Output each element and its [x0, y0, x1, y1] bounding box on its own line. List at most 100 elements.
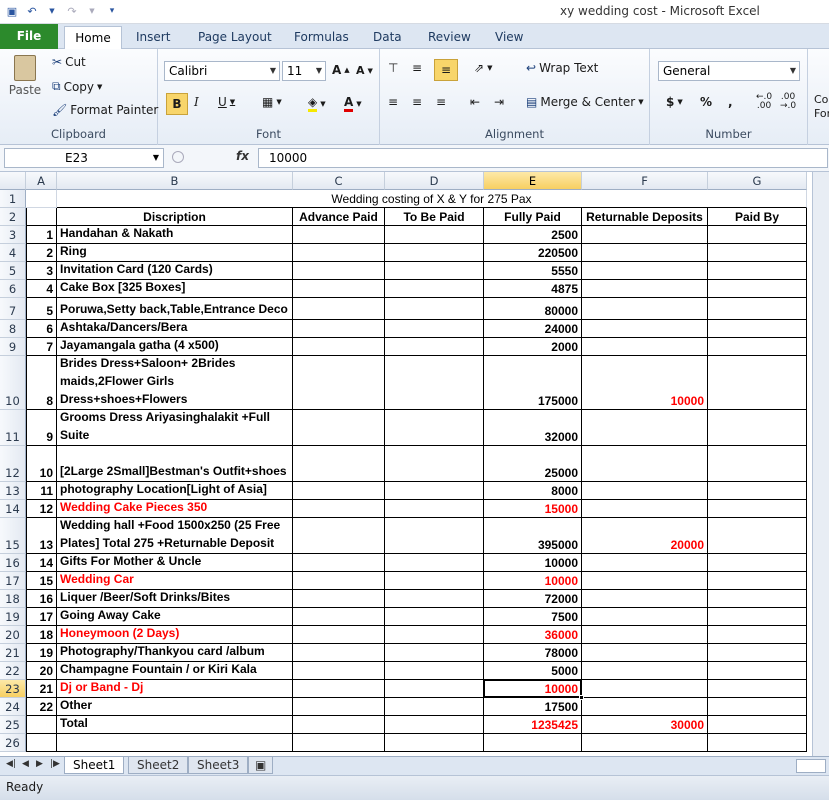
cell-advance-paid[interactable] [293, 644, 385, 662]
cell-fully-paid[interactable]: 1235425 [484, 716, 582, 734]
cell-index[interactable]: 10 [26, 446, 57, 482]
cell-description[interactable]: Jwellry (1 necless,2 Rings)+ 1 small Rin… [57, 244, 293, 262]
cut-button[interactable]: ✂ Cut [52, 55, 86, 69]
column-header-c[interactable]: C [293, 172, 385, 190]
next-sheet-icon[interactable]: ▶ [36, 759, 43, 769]
cell-returnable-deposit[interactable] [582, 280, 708, 298]
row-header[interactable]: 19 [0, 608, 26, 626]
align-top-icon[interactable]: ⊤ [388, 61, 398, 75]
cell-index[interactable]: 11 [26, 482, 57, 500]
redo-icon[interactable]: ↷ [64, 3, 80, 19]
cell-to-be-paid[interactable] [385, 338, 484, 356]
cell-fully-paid[interactable]: 24000 [484, 320, 582, 338]
decrease-indent-icon[interactable]: ⇤ [470, 95, 480, 109]
header-cell-b[interactable]: Discription [57, 208, 293, 226]
cell-index[interactable]: 3 [26, 262, 57, 280]
cell-paid-by[interactable] [708, 338, 807, 356]
cell-index[interactable]: 7 [26, 338, 57, 356]
cell-fully-paid[interactable]: 8000 [484, 482, 582, 500]
cell-description[interactable]: Going Away Cake [57, 608, 293, 626]
cell-advance-paid[interactable] [293, 410, 385, 446]
cell-description[interactable]: Other [57, 698, 293, 716]
underline-button[interactable]: U ▼ [218, 95, 235, 109]
cell-to-be-paid[interactable] [385, 500, 484, 518]
increase-decimal-icon[interactable]: ←.0.00 [756, 93, 772, 111]
tab-insert[interactable]: Insert [130, 26, 176, 49]
cell-returnable-deposit[interactable] [582, 482, 708, 500]
cell-description[interactable]: Total [57, 716, 293, 734]
cell-advance-paid[interactable] [293, 226, 385, 244]
cell-paid-by[interactable] [708, 572, 807, 590]
align-center-icon[interactable]: ≡ [412, 95, 422, 109]
merge-center-button[interactable]: ▤ Merge & Center ▼ [526, 95, 644, 109]
cell-description[interactable]: Wedding Cake Pieces 350 [57, 500, 293, 518]
cell-description[interactable]: Liquer /Beer/Soft Drinks/Bites [57, 590, 293, 608]
cell-to-be-paid[interactable] [385, 280, 484, 298]
cell[interactable] [26, 190, 57, 208]
cell-description[interactable]: Dj or Band - Dj [57, 680, 293, 698]
cell-index[interactable]: 6 [26, 320, 57, 338]
cell-paid-by[interactable] [708, 244, 807, 262]
cell-description[interactable]: Invitation Card (120 Cards) [57, 262, 293, 280]
cell-to-be-paid[interactable] [385, 680, 484, 698]
cell-advance-paid[interactable] [293, 680, 385, 698]
cell-advance-paid[interactable] [293, 590, 385, 608]
column-header-b[interactable]: B [57, 172, 293, 190]
last-sheet-icon[interactable]: |▶ [50, 759, 60, 769]
row-header[interactable]: 13 [0, 482, 26, 500]
row-header[interactable]: 8 [0, 320, 26, 338]
row-header[interactable]: 11 [0, 410, 26, 446]
cell-paid-by[interactable] [708, 698, 807, 716]
cell-returnable-deposit[interactable] [582, 608, 708, 626]
cell-advance-paid[interactable] [293, 356, 385, 410]
cell-fully-paid[interactable]: 10000 [484, 680, 582, 698]
shrink-font-icon[interactable]: A ▼ [356, 64, 373, 77]
cell-advance-paid[interactable] [293, 244, 385, 262]
cell-advance-paid[interactable] [293, 518, 385, 554]
dropdown-icon[interactable]: ▼ [84, 3, 100, 19]
cell-paid-by[interactable] [708, 298, 807, 320]
cell-fully-paid[interactable]: 220500 [484, 244, 582, 262]
cell-paid-by[interactable] [708, 500, 807, 518]
cell-to-be-paid[interactable] [385, 608, 484, 626]
save-icon[interactable]: ▣ [4, 3, 20, 19]
cell-index[interactable]: 19 [26, 644, 57, 662]
tab-page-layout[interactable]: Page Layout [192, 26, 278, 49]
cell-index[interactable]: 5 [26, 298, 57, 320]
tab-data[interactable]: Data [367, 26, 408, 49]
align-right-icon[interactable]: ≡ [436, 95, 446, 109]
cell-fully-paid[interactable]: 25000 [484, 446, 582, 482]
row-header[interactable]: 14 [0, 500, 26, 518]
cell-to-be-paid[interactable] [385, 356, 484, 410]
cell-to-be-paid[interactable] [385, 298, 484, 320]
cell-returnable-deposit[interactable] [582, 644, 708, 662]
worksheet-grid[interactable]: A B C D E F G 1 2 3 4 5 6 7 8 9 10 11 12 13 14 15 16 17 18 19 20 21… [0, 172, 829, 756]
font-name-select[interactable]: Calibri ▼ [164, 61, 280, 81]
cell-returnable-deposit[interactable] [582, 244, 708, 262]
cell-to-be-paid[interactable] [385, 320, 484, 338]
cell-paid-by[interactable] [708, 662, 807, 680]
cell-paid-by[interactable] [708, 226, 807, 244]
comma-button[interactable]: , [728, 95, 733, 109]
undo-icon[interactable]: ↶ [24, 3, 40, 19]
cell-paid-by[interactable] [708, 608, 807, 626]
cell-description[interactable]: photography Location[Light of Asia] [57, 482, 293, 500]
cell-to-be-paid[interactable] [385, 734, 484, 752]
cell-advance-paid[interactable] [293, 698, 385, 716]
cell-to-be-paid[interactable] [385, 554, 484, 572]
cell-returnable-deposit[interactable] [582, 680, 708, 698]
cell-returnable-deposit[interactable] [582, 226, 708, 244]
cell-fully-paid[interactable]: 36000 [484, 626, 582, 644]
font-color-button[interactable]: A ▼ [344, 95, 362, 112]
percent-button[interactable]: % [700, 95, 712, 109]
cell-fully-paid[interactable]: 78000 [484, 644, 582, 662]
cell-advance-paid[interactable] [293, 280, 385, 298]
cell-to-be-paid[interactable] [385, 662, 484, 680]
cell-paid-by[interactable] [708, 518, 807, 554]
borders-button[interactable]: ▦ ▼ [262, 95, 282, 109]
sheet-title[interactable]: Wedding costing of X & Y for 275 Pax [57, 190, 807, 208]
column-header-g[interactable]: G [708, 172, 807, 190]
cell-fully-paid[interactable]: 10000 [484, 554, 582, 572]
cell-to-be-paid[interactable] [385, 482, 484, 500]
cell-index[interactable]: 12 [26, 500, 57, 518]
